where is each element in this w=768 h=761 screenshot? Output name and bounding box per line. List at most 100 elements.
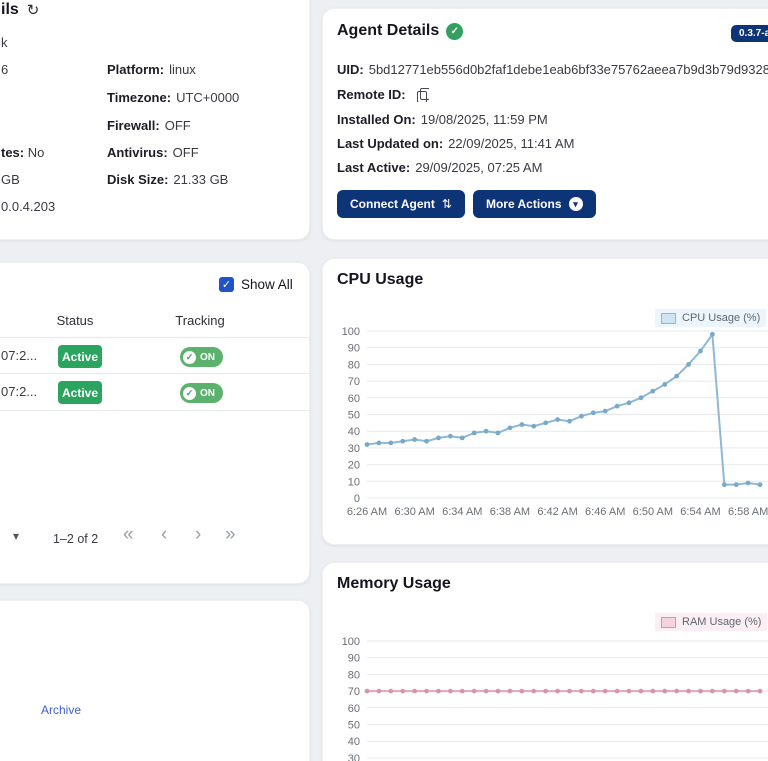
field-value: k (1, 35, 8, 50)
svg-text:6:42 AM: 6:42 AM (537, 506, 577, 518)
svg-text:6:30 AM: 6:30 AM (394, 506, 434, 518)
cpu-legend: CPU Usage (%) (655, 309, 767, 327)
cpu-usage-card: 0 10 20 30 40 50 60 70 80 90 100 6:26 AM 6:30 AM 6:34… (322, 258, 768, 545)
column-header-tracking: Tracking (175, 313, 225, 328)
svg-text:70: 70 (348, 686, 360, 698)
field-value: 0.0.4.203 (1, 199, 56, 214)
tracking-toggle[interactable]: ✓ ON (180, 383, 223, 403)
svg-text:30: 30 (348, 443, 360, 455)
svg-text:50: 50 (348, 720, 360, 732)
row-time: 07:2... (1, 348, 38, 363)
host-details-title: ils ↻ (1, 1, 39, 19)
version-badge: 0.3.7-a0 (731, 25, 768, 42)
chevron-down-circle-icon: ▾ (568, 197, 583, 211)
check-circle-icon: ✓ (183, 386, 196, 400)
last-active-row: Last Active: 29/09/2025, 07:25 AM (337, 160, 542, 175)
more-actions-label: More Actions (485, 197, 562, 211)
field-value: 29/09/2025, 07:25 AM (415, 160, 543, 175)
svg-text:10: 10 (348, 476, 360, 488)
archive-badge[interactable]: Archive (41, 703, 81, 717)
svg-text:60: 60 (348, 703, 360, 715)
svg-text:6:46 AM: 6:46 AM (585, 506, 625, 518)
svg-text:80: 80 (348, 359, 360, 371)
field-value: 6 (1, 62, 9, 77)
svg-text:80: 80 (348, 669, 360, 681)
field-label: Remote ID: (337, 87, 406, 102)
legend-label: RAM Usage (%) (682, 616, 762, 628)
show-all-checkbox[interactable]: ✓ (219, 277, 234, 292)
cpu-usage-chart: 0 10 20 30 40 50 60 70 80 90 100 6:26 AM 6:30 AM 6:34… (342, 326, 768, 518)
host-detail-row-firewall: Firewall: OFF (107, 118, 191, 133)
connect-agent-label: Connect Agent (350, 197, 435, 211)
status-badge: Active (58, 381, 102, 404)
field-label: Last Active: (337, 160, 411, 175)
field-label: tes: (1, 145, 25, 160)
refresh-icon[interactable]: ↻ (27, 1, 40, 19)
svg-text:90: 90 (348, 653, 360, 665)
transfer-arrows-icon: ⇅ (441, 197, 452, 211)
field-label: Installed On: (337, 112, 416, 127)
field-value: 19/08/2025, 11:59 PM (420, 112, 548, 127)
host-detail-fragment: GB (1, 172, 20, 187)
first-page-icon[interactable]: « (123, 525, 134, 544)
svg-text:90: 90 (348, 343, 360, 355)
svg-text:100: 100 (342, 326, 360, 338)
svg-text:50: 50 (348, 410, 360, 422)
show-all-label: Show All (241, 277, 293, 292)
host-detail-fragment: tes: No (1, 145, 44, 160)
field-value: linux (169, 62, 196, 77)
field-label: UID: (337, 62, 364, 77)
field-label: Timezone: (107, 90, 172, 105)
more-actions-button[interactable]: More Actions ▾ (472, 190, 596, 218)
field-value: UTC+0000 (176, 90, 240, 105)
legend-swatch (661, 616, 676, 628)
tracking-state: ON (200, 351, 215, 363)
chart-title: Memory Usage (337, 575, 451, 592)
agent-details-title: Agent Details ✓ (337, 22, 464, 40)
legend-label: CPU Usage (%) (682, 312, 761, 324)
svg-text:100: 100 (342, 636, 360, 648)
connect-agent-button[interactable]: Connect Agent ⇅ (337, 190, 465, 218)
page-title: Agent Details (337, 22, 440, 39)
last-updated-row: Last Updated on: 22/09/2025, 11:41 AM (337, 136, 574, 151)
host-detail-row-timezone: Timezone: UTC+0000 (107, 90, 239, 105)
field-value: GB (1, 172, 20, 187)
svg-text:30: 30 (348, 753, 360, 761)
svg-text:6:26 AM: 6:26 AM (347, 506, 387, 518)
check-circle-icon: ✓ (183, 350, 196, 364)
pagination-range: 1–2 of 2 (53, 532, 99, 546)
host-detail-fragment: 0.0.4.203 (1, 199, 55, 214)
ram-legend: RAM Usage (%) (655, 613, 768, 631)
host-detail-row-antivirus: Antivirus: OFF (107, 145, 199, 160)
svg-text:40: 40 (348, 426, 360, 438)
archive-table-card: Archive (0, 600, 310, 761)
sessions-table-card: ✓ Show All Status Tracking 07:2... Activ… (0, 262, 311, 584)
tracking-toggle[interactable]: ✓ ON (180, 347, 223, 367)
agent-details-card: Agent Details ✓ 0.3.7-a0 UID: 5bd12771eb… (322, 8, 768, 240)
divider (0, 410, 311, 411)
svg-text:6:34 AM: 6:34 AM (442, 506, 482, 518)
status-badge: Active (58, 345, 102, 368)
next-page-icon[interactable]: › (195, 525, 201, 544)
svg-text:6:54 AM: 6:54 AM (680, 506, 720, 518)
field-value: 22/09/2025, 11:41 AM (448, 136, 575, 151)
field-label: Last Updated on: (337, 136, 444, 151)
uid-value: 5bd12771eb556d0b2faf1debe1eab6bf33e75762… (368, 62, 768, 77)
host-details-card: ils ↻ k 6 tes: No GB 0.0.4.203 Platform:… (0, 0, 310, 240)
svg-text:20: 20 (348, 460, 360, 472)
copy-icon[interactable] (416, 87, 429, 102)
host-detail-row-disk: Disk Size: 21.33 GB (107, 172, 228, 187)
svg-text:6:50 AM: 6:50 AM (633, 506, 673, 518)
field-label: Platform: (107, 62, 165, 77)
chart-title: CPU Usage (337, 271, 424, 288)
field-value: 21.33 GB (173, 172, 229, 187)
installed-on-row: Installed On: 19/08/2025, 11:59 PM (337, 112, 548, 127)
host-detail-row-platform: Platform: linux (107, 62, 196, 77)
field-label: Disk Size: (107, 172, 169, 187)
column-header-status: Status (56, 313, 94, 328)
prev-page-icon[interactable]: ‹ (161, 525, 167, 544)
rows-per-page-caret-icon[interactable]: ▾ (13, 529, 19, 543)
remote-id-row: Remote ID: (337, 87, 429, 102)
last-page-icon[interactable]: » (225, 525, 236, 544)
host-details-title-text: ils (1, 1, 19, 18)
